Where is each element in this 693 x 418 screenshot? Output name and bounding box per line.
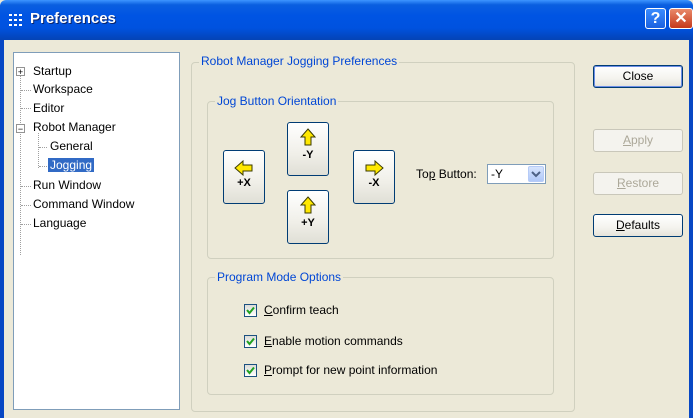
confirm-teach-label: onfirm teach (272, 303, 339, 317)
jog-orientation-title: Jog Button Orientation (215, 94, 339, 108)
window-frame-left (0, 40, 4, 418)
up-arrow-icon (300, 196, 316, 214)
enable-motion-checkbox[interactable] (244, 335, 257, 349)
tree-item-label: Robot Manager (33, 120, 116, 134)
top-button-value: -Y (491, 167, 503, 181)
tree-item-label: Language (33, 216, 87, 230)
startup-expander-icon[interactable]: + (16, 67, 25, 77)
checkmark-icon (246, 307, 255, 315)
jogging-preferences-title: Robot Manager Jogging Preferences (199, 54, 400, 68)
jog-label: -X (368, 177, 380, 189)
tree-item-startup[interactable]: Startup (33, 63, 72, 80)
top-button-select[interactable]: -Y (487, 164, 546, 184)
program-mode-title: Program Mode Options (215, 270, 344, 284)
tree-item-label: Editor (33, 101, 65, 115)
tree-item-label: Run Window (33, 178, 102, 192)
tree-item-label: Jogging (48, 158, 95, 172)
robot-manager-collapse-icon[interactable]: − (16, 124, 25, 134)
confirm-teach-option[interactable]: Confirm teach (244, 302, 339, 318)
tree-item-command-window[interactable]: Command Window (33, 196, 134, 213)
tree-item-jogging[interactable]: Jogging (48, 157, 95, 174)
tree-item-language[interactable]: Language (33, 215, 86, 232)
window-title: Preferences (30, 10, 116, 27)
prompt-point-checkbox[interactable] (244, 364, 257, 378)
tree-item-label: Startup (33, 64, 72, 78)
top-button-label: Top Button: (416, 167, 477, 181)
window-frame-right (689, 40, 693, 418)
jog-minus-y-button[interactable]: -Y (287, 122, 329, 176)
help-button[interactable]: ? (645, 8, 666, 29)
checkmark-icon (246, 367, 255, 375)
right-arrow-icon (365, 160, 384, 176)
tree-item-workspace[interactable]: Workspace (33, 81, 93, 98)
jog-plus-x-button[interactable]: +X (223, 150, 265, 204)
defaults-button[interactable]: Defaults (593, 214, 683, 237)
chevron-down-icon[interactable] (528, 166, 544, 182)
tree-item-general[interactable]: General (50, 138, 93, 155)
title-bar[interactable]: Preferences ? ✕ (0, 0, 693, 40)
jog-label: -Y (302, 149, 314, 161)
jog-minus-x-button[interactable]: -X (353, 150, 395, 204)
left-arrow-icon (234, 160, 253, 176)
preferences-tree[interactable]: + Startup Workspace Editor − Robot Manag… (13, 52, 180, 410)
tree-item-label: Workspace (33, 82, 93, 96)
jog-plus-y-button[interactable]: +Y (287, 190, 329, 244)
tree-item-run-window[interactable]: Run Window (33, 177, 101, 194)
checkmark-icon (246, 338, 255, 346)
prompt-point-option[interactable]: Prompt for new point information (244, 362, 437, 378)
up-arrow-icon (300, 128, 316, 146)
confirm-teach-checkbox[interactable] (244, 304, 257, 318)
enable-motion-label: nable motion commands (272, 334, 403, 348)
close-window-button[interactable]: ✕ (669, 8, 693, 29)
close-button[interactable]: Close (593, 65, 683, 88)
enable-motion-option[interactable]: Enable motion commands (244, 333, 403, 349)
jog-label: +X (237, 177, 251, 189)
apply-button[interactable]: Apply (593, 129, 683, 152)
jog-label: +Y (301, 217, 315, 229)
tree-item-label: Command Window (33, 197, 135, 211)
prompt-point-label: rompt for new point information (272, 363, 438, 377)
tree-item-robot-manager[interactable]: Robot Manager (33, 119, 116, 136)
tree-item-label: General (50, 139, 93, 153)
tree-item-editor[interactable]: Editor (33, 100, 64, 117)
restore-button[interactable]: Restore (593, 172, 683, 195)
app-icon (9, 14, 23, 26)
